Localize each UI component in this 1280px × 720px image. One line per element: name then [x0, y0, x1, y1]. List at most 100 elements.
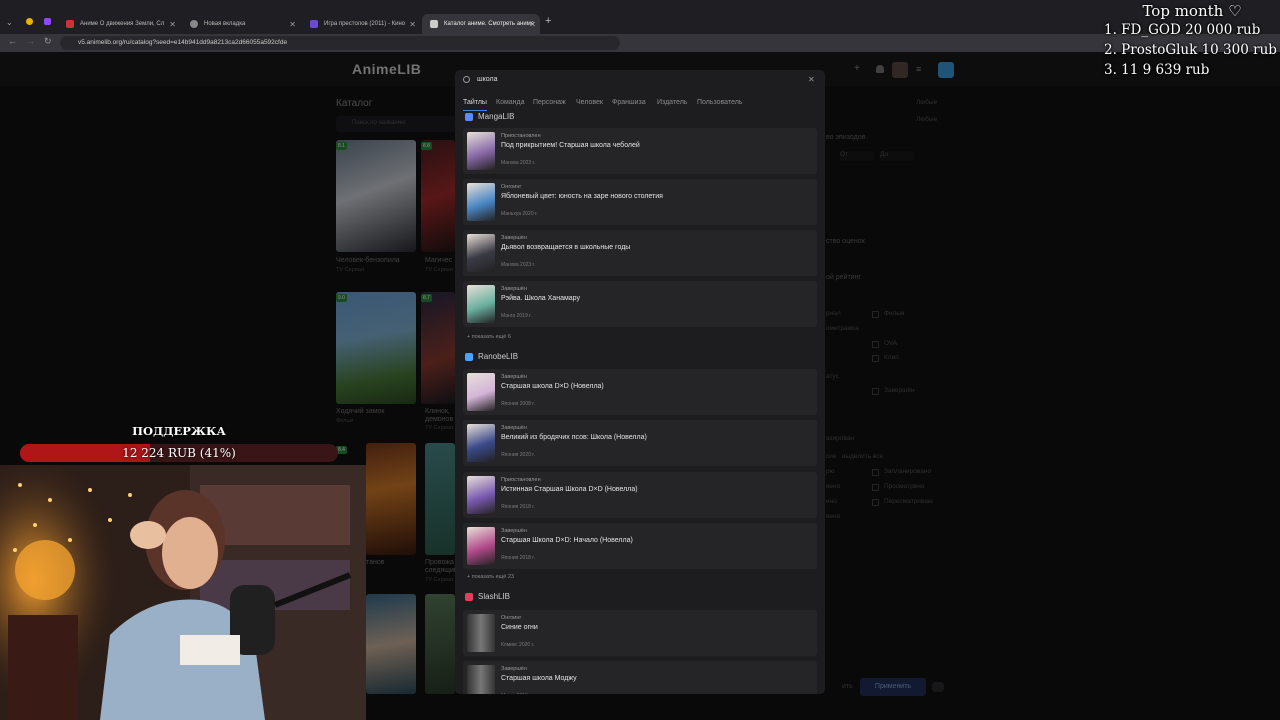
search-input[interactable]: школа ✕	[455, 70, 825, 92]
show-more-link[interactable]: + показать ещё 23	[467, 574, 514, 580]
back-icon[interactable]: ←	[8, 36, 17, 46]
donor-line: 2. ProstoGluk 10 300 rub	[1104, 42, 1277, 58]
search-result-item[interactable]: Завершён Дьявол возвращается в школьные г…	[463, 230, 817, 276]
search-result-item[interactable]: Онгоинг Синие огни Комикс 2020 г.	[463, 610, 817, 656]
result-year: 2018 г.	[519, 555, 535, 561]
tab-publisher[interactable]: Издатель	[657, 99, 687, 106]
search-result-item[interactable]: Завершён Старшая Школа D×D: Начало (Новел…	[463, 523, 817, 569]
browser-tab[interactable]: Аниме О движения Земли, Сл ✕	[58, 14, 180, 34]
result-status: Онгоинг	[501, 615, 522, 621]
result-status: Приостановлен	[501, 133, 541, 139]
result-cover-image	[467, 234, 495, 272]
result-kind: Япония	[501, 452, 519, 458]
result-meta: Япония 2018 г.	[501, 504, 535, 510]
browser-tab[interactable]: Новая вкладка ✕	[182, 14, 300, 34]
search-icon	[463, 76, 470, 83]
new-tab-button[interactable]: +	[545, 15, 551, 27]
result-cover-image	[467, 424, 495, 462]
support-title: ПОДДЕРЖКА	[132, 424, 226, 438]
result-kind: Япония	[501, 555, 519, 561]
result-status: Завершён	[501, 286, 527, 292]
result-group-header: MangaLIB	[465, 112, 514, 121]
close-icon[interactable]: ✕	[409, 20, 416, 29]
result-title: Синие огни	[501, 624, 538, 631]
top-month-title: Top month ♡	[1142, 2, 1242, 20]
result-group-name: MangaLIB	[478, 112, 515, 121]
search-result-item[interactable]: Завершён Великий из бродячих псов: Школа …	[463, 420, 817, 466]
tab-favicon-icon	[310, 20, 318, 28]
result-cover-image	[467, 132, 495, 170]
close-icon[interactable]: ✕	[529, 20, 536, 29]
slashlib-logo-icon	[465, 592, 473, 601]
search-query: школа	[477, 76, 498, 83]
pinned-tab-icon[interactable]	[26, 18, 33, 25]
url-text: v5.animelib.org/ru/catalog?seed=e14b941d…	[78, 39, 288, 46]
result-meta: Комикс 2020 г.	[501, 642, 534, 648]
result-status: Завершён	[501, 528, 527, 534]
tab-franchise[interactable]: Франшиза	[612, 99, 646, 106]
tab-user[interactable]: Пользователь	[697, 99, 742, 106]
address-bar-row: ← → ↻ v5.animelib.org/ru/catalog?seed=e1…	[0, 34, 1280, 52]
close-icon[interactable]: ✕	[169, 20, 176, 29]
result-year: 2016 г.	[517, 693, 532, 694]
result-title: Яблоневый цвет: юность на заре нового ст…	[501, 193, 663, 200]
result-status: Приостановлен	[501, 477, 541, 483]
result-title: Старшая школа Моджу	[501, 675, 577, 682]
result-year: 2020 г.	[519, 452, 535, 458]
result-title: Истинная Старшая Школа D×D (Новелла)	[501, 486, 638, 493]
browser-tab-active[interactable]: Каталог аниме. Смотреть аниме ✕	[422, 14, 540, 34]
result-meta: Манхва 2023 г.	[501, 160, 535, 166]
tab-title: Каталог аниме. Смотреть аниме	[444, 21, 535, 27]
close-icon[interactable]: ✕	[808, 75, 815, 84]
result-kind: Манхва	[501, 262, 519, 268]
result-year: 2018 г.	[519, 504, 535, 510]
result-cover-image	[467, 373, 495, 411]
result-cover-image	[467, 665, 495, 694]
tab-favicon-icon	[430, 20, 438, 28]
forward-icon[interactable]: →	[26, 36, 35, 46]
tab-team[interactable]: Команда	[496, 99, 525, 106]
search-result-item[interactable]: Завершён Рэйва. Школа Ханамару Манга 2019 …	[463, 281, 817, 327]
result-title: Великий из бродячих псов: Школа (Новелла…	[501, 434, 647, 441]
result-group-header: SlashLIB	[465, 592, 510, 601]
url-field[interactable]: v5.animelib.org/ru/catalog?seed=e14b941d…	[60, 36, 620, 50]
tab-person[interactable]: Человек	[576, 99, 603, 106]
show-more-link[interactable]: + показать ещё 6	[467, 334, 511, 340]
search-result-item[interactable]: Приостановлен Истинная Старшая Школа D×D …	[463, 472, 817, 518]
result-title: Дьявол возвращается в школьные годы	[501, 244, 631, 251]
result-cover-image	[467, 183, 495, 221]
webcam-scene	[0, 465, 366, 720]
search-result-item[interactable]: Онгоинг Яблоневый цвет: юность на заре но…	[463, 179, 817, 225]
search-result-item[interactable]: Завершён Старшая школа Моджу Манга 2016 г.	[463, 661, 817, 694]
result-kind: Маньхуа	[501, 211, 522, 217]
close-icon[interactable]: ✕	[289, 20, 296, 29]
tab-underline	[463, 110, 487, 111]
search-result-item[interactable]: Завершён Старшая школа D×D (Новелла) Япони…	[463, 369, 817, 415]
result-cover-image	[467, 476, 495, 514]
tab-titles[interactable]: Тайтлы	[463, 99, 487, 106]
tab-search-icon[interactable]: ⌄	[6, 18, 13, 27]
tab-favicon-icon	[190, 20, 198, 28]
result-kind: Манхва	[501, 160, 519, 166]
result-year: 2019 г.	[516, 313, 532, 319]
result-kind: Комикс	[501, 642, 518, 648]
search-modal: школа ✕ Тайтлы Команда Персонаж Человек …	[455, 70, 825, 694]
tab-title: Игра престолов (2011) - Кино	[324, 21, 406, 27]
result-group-header: RanobeLIB	[465, 352, 518, 361]
result-status: Завершён	[501, 235, 527, 241]
support-amount: 12 224 RUB (41%)	[122, 446, 236, 460]
result-title: Старшая школа D×D (Новелла)	[501, 383, 604, 390]
ranobelib-logo-icon	[465, 352, 473, 361]
reload-icon[interactable]: ↻	[44, 36, 52, 47]
tab-character[interactable]: Персонаж	[533, 99, 566, 106]
tab-favicon-icon	[66, 20, 74, 28]
browser-tab[interactable]: Игра престолов (2011) - Кино ✕	[302, 14, 420, 34]
result-title: Старшая Школа D×D: Начало (Новелла)	[501, 537, 633, 544]
result-meta: Манга 2016 г.	[501, 693, 532, 694]
top-month-widget: Top month ♡ 1. FD_GOD 20 000 rub 2. Pros…	[1104, 2, 1280, 80]
tab-title: Новая вкладка	[204, 21, 246, 27]
result-group-name: RanobeLIB	[478, 352, 519, 361]
result-kind: Япония	[501, 401, 519, 407]
search-result-item[interactable]: Приостановлен Под прикрытием! Старшая шко…	[463, 128, 817, 174]
pinned-tab-icon[interactable]	[44, 18, 51, 25]
